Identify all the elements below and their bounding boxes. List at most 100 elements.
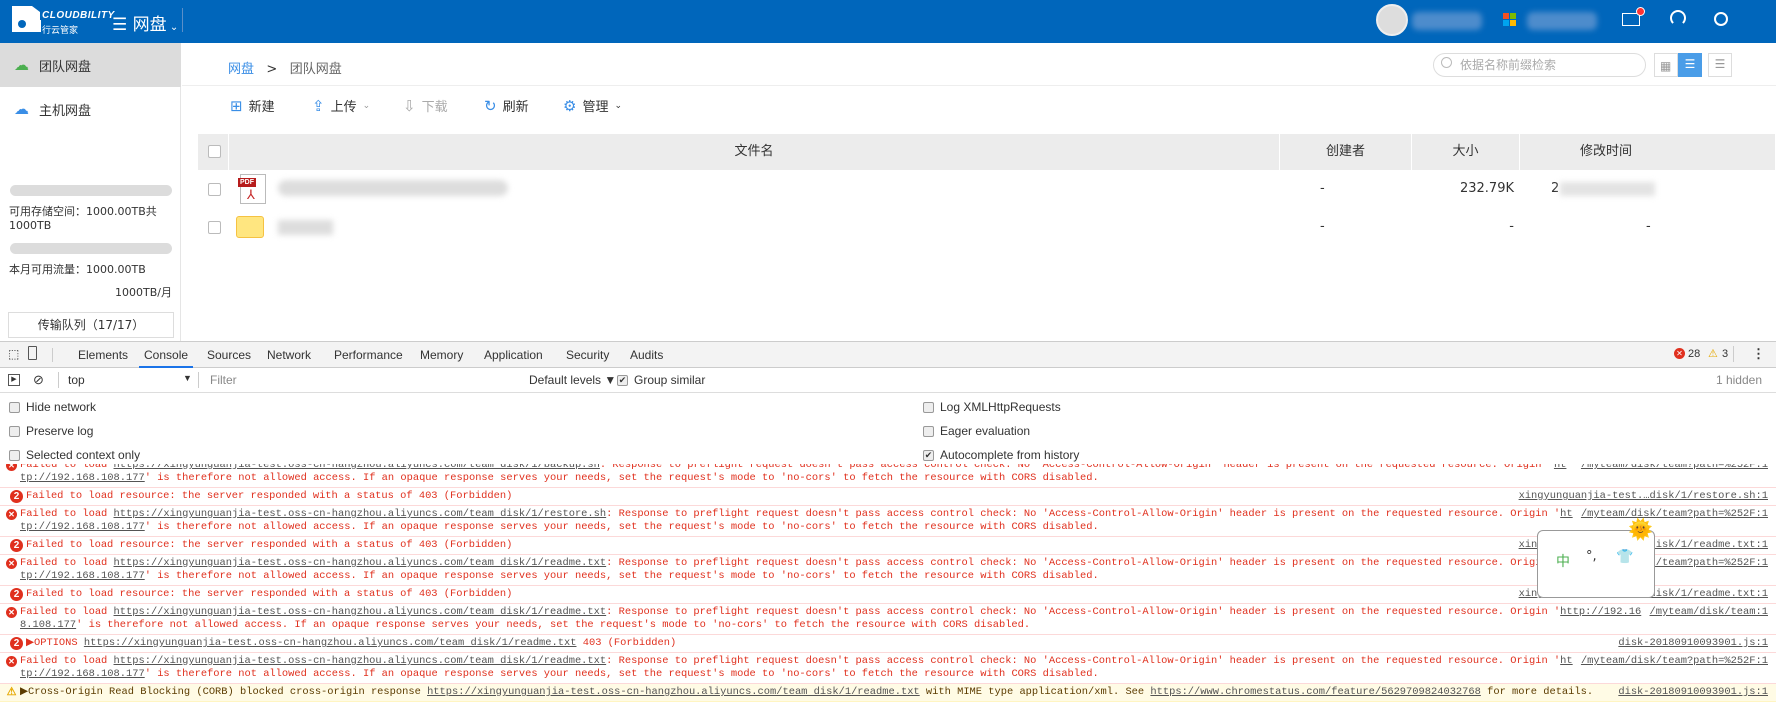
checkbox[interactable] — [9, 449, 20, 461]
avatar[interactable] — [1376, 4, 1408, 36]
manage-button[interactable]: ⚙ 管理 ⌄ — [563, 96, 622, 116]
mail-icon[interactable] — [1622, 7, 1645, 26]
checkbox[interactable]: ✔ — [923, 449, 934, 461]
search-input[interactable]: 依据名称前缀检索 — [1433, 53, 1646, 77]
console-message-error[interactable]: ✕ Failed to load https://xingyunguanjia-t… — [0, 604, 1776, 635]
row-checkbox[interactable] — [208, 183, 221, 196]
column-creator[interactable]: 创建者 — [1280, 134, 1412, 170]
ime-mode-label[interactable]: 中 — [1556, 551, 1570, 571]
grid-view-button[interactable]: ▦ — [1654, 53, 1678, 77]
tab-sources[interactable]: Sources — [202, 342, 256, 368]
account-redacted[interactable] — [1527, 12, 1597, 30]
message-link[interactable]: https://xingyunguanjia-test.oss-cn-hangz… — [114, 606, 607, 618]
console-message-count[interactable]: 2 ▶OPTIONS https://xingyunguanjia-test.os… — [0, 635, 1776, 653]
message-link[interactable]: https://xingyunguanjia-test.oss-cn-hangz… — [114, 557, 607, 569]
log-levels-dropdown[interactable]: Default levels ▼ — [529, 373, 616, 387]
foldername-redacted[interactable] — [278, 220, 333, 235]
error-count[interactable]: 28 — [1688, 348, 1700, 360]
headset-icon[interactable] — [1670, 10, 1686, 26]
tab-console[interactable]: Console — [139, 342, 194, 368]
new-button[interactable]: ⊞ 新建 — [230, 96, 275, 116]
more-options-icon[interactable]: ⋮ — [1752, 346, 1765, 362]
console-message-error[interactable]: ✕ Failed to load https://xingyunguanjia-t… — [0, 653, 1776, 684]
message-link[interactable]: https://xingyunguanjia-test.oss-cn-hangz… — [114, 655, 607, 667]
tab-security[interactable]: Security — [561, 342, 614, 368]
message-link[interactable]: https://xingyunguanjia-test.oss-cn-hangz… — [84, 637, 577, 649]
checkbox[interactable] — [9, 401, 20, 413]
ime-status-widget[interactable]: 中 °, 👕 🌞 — [1537, 517, 1655, 598]
sort-button[interactable]: ☰ — [1708, 53, 1732, 77]
column-size[interactable]: 大小 — [1412, 134, 1520, 170]
console-message-error[interactable]: ✕ Failed to load https://xingyunguanjia-t… — [0, 506, 1776, 537]
help-icon[interactable] — [1714, 12, 1728, 26]
warning-icon[interactable]: ⚠ — [1708, 347, 1718, 360]
checkbox[interactable] — [9, 425, 20, 437]
refresh-button[interactable]: ↻ 刷新 — [484, 96, 529, 116]
console-message-count[interactable]: 2 Failed to load resource: the server res… — [0, 537, 1776, 555]
message-link[interactable]: ht — [1554, 464, 1566, 471]
row-checkbox[interactable] — [208, 221, 221, 234]
column-modified[interactable]: 修改时间 — [1520, 134, 1776, 170]
message-link[interactable]: ht — [1560, 508, 1572, 520]
table-row[interactable]: - - - — [198, 208, 1776, 246]
warning-count[interactable]: 3 — [1722, 348, 1728, 360]
transfer-queue-button[interactable]: 传输队列（17/17） — [8, 312, 174, 338]
console-message-count[interactable]: 2 Failed to load resource: the server res… — [0, 586, 1776, 604]
skin-icon[interactable]: 👕 — [1616, 549, 1633, 565]
sidebar-toggle-icon[interactable]: ▶ — [8, 374, 20, 386]
module-switcher[interactable]: ☰ 网盘 ⌄ — [112, 10, 178, 35]
context-select[interactable]: top — [68, 373, 85, 387]
message-link[interactable]: 8.108.177 — [20, 619, 76, 631]
message-link[interactable]: http://192.16 — [1560, 606, 1641, 618]
message-source-link[interactable]: /myteam/disk/team?path=%252F:1 — [1580, 655, 1768, 668]
tab-memory[interactable]: Memory — [415, 342, 468, 368]
tab-application[interactable]: Application — [479, 342, 548, 368]
sidebar-item-host-disk[interactable]: ☁ 主机网盘 — [0, 87, 181, 131]
sidebar-item-team-disk[interactable]: ☁ 团队网盘 — [0, 43, 181, 87]
tab-network[interactable]: Network — [262, 342, 316, 368]
message-link[interactable]: tp://192.168.108.177 — [20, 570, 145, 582]
tab-audits[interactable]: Audits — [625, 342, 668, 368]
filter-input[interactable]: Filter — [210, 373, 237, 387]
message-source-link[interactable]: disk-20180910093901.js:1 — [1618, 637, 1768, 650]
username-redacted[interactable] — [1412, 12, 1482, 30]
message-source-link[interactable]: /myteam/disk/team?path=%252F:1 — [1580, 464, 1768, 472]
checkbox[interactable]: ✔ — [617, 374, 628, 386]
list-view-button[interactable]: ☰ — [1678, 53, 1702, 77]
setting-log-xmlhttprequests[interactable]: Log XMLHttpRequests — [923, 400, 1061, 414]
device-toolbar-icon[interactable] — [28, 346, 37, 360]
select-all-checkbox[interactable] — [208, 145, 221, 158]
message-link[interactable]: https://xingyunguanjia-test.oss-cn-hangz… — [427, 686, 920, 698]
message-source-link[interactable]: xingyunguanjia-test.…disk/1/restore.sh:1 — [1518, 490, 1768, 503]
message-link[interactable]: https://www.chromestatus.com/feature/562… — [1150, 686, 1480, 698]
message-source-link[interactable]: /myteam/disk/team?path=%252F:1 — [1580, 508, 1768, 521]
download-button[interactable]: ⇩ 下载 — [403, 96, 448, 116]
setting-preserve-log[interactable]: Preserve log — [9, 424, 93, 438]
inspect-element-icon[interactable]: ⬚ — [8, 347, 19, 361]
group-similar-toggle[interactable]: ✔ Group similar — [617, 373, 705, 387]
console-message-error[interactable]: ✕ Failed to load https://xingyunguanjia-t… — [0, 464, 1776, 488]
tab-elements[interactable]: Elements — [73, 342, 133, 368]
breadcrumb-root[interactable]: 网盘 — [228, 62, 254, 77]
checkbox[interactable] — [923, 401, 934, 413]
console-message-count[interactable]: 2 Failed to load resource: the server res… — [0, 488, 1776, 506]
setting-selected-context-only[interactable]: Selected context only — [9, 448, 140, 462]
filename-redacted[interactable] — [278, 180, 508, 196]
upload-button[interactable]: ⇪ 上传 ⌄ — [312, 96, 370, 116]
setting-hide-network[interactable]: Hide network — [9, 400, 96, 414]
table-row[interactable]: PDF ⅄ - 232.79K 2 — [198, 170, 1776, 208]
checkbox[interactable] — [923, 425, 934, 437]
console-message-error[interactable]: ✕ Failed to load https://xingyunguanjia-t… — [0, 555, 1776, 586]
message-link[interactable]: https://xingyunguanjia-test.oss-cn-hangz… — [114, 464, 600, 471]
error-icon[interactable]: ✕ — [1674, 348, 1685, 359]
console-message-warning[interactable]: ⚠ ▶Cross-Origin Read Blocking (CORB) bloc… — [0, 684, 1776, 702]
tab-performance[interactable]: Performance — [329, 342, 408, 368]
message-source-link[interactable]: /myteam/disk/team:1 — [1649, 606, 1768, 619]
message-link[interactable]: tp://192.168.108.177 — [20, 472, 145, 484]
setting-autocomplete-from-history[interactable]: ✔ Autocomplete from history — [923, 448, 1079, 462]
message-link[interactable]: https://xingyunguanjia-test.oss-cn-hangz… — [114, 508, 607, 520]
punctuation-icon[interactable]: °, — [1586, 549, 1597, 564]
setting-eager-evaluation[interactable]: Eager evaluation — [923, 424, 1030, 438]
clear-console-icon[interactable]: ⊘ — [33, 372, 44, 388]
column-filename[interactable]: 文件名 — [229, 134, 1280, 170]
